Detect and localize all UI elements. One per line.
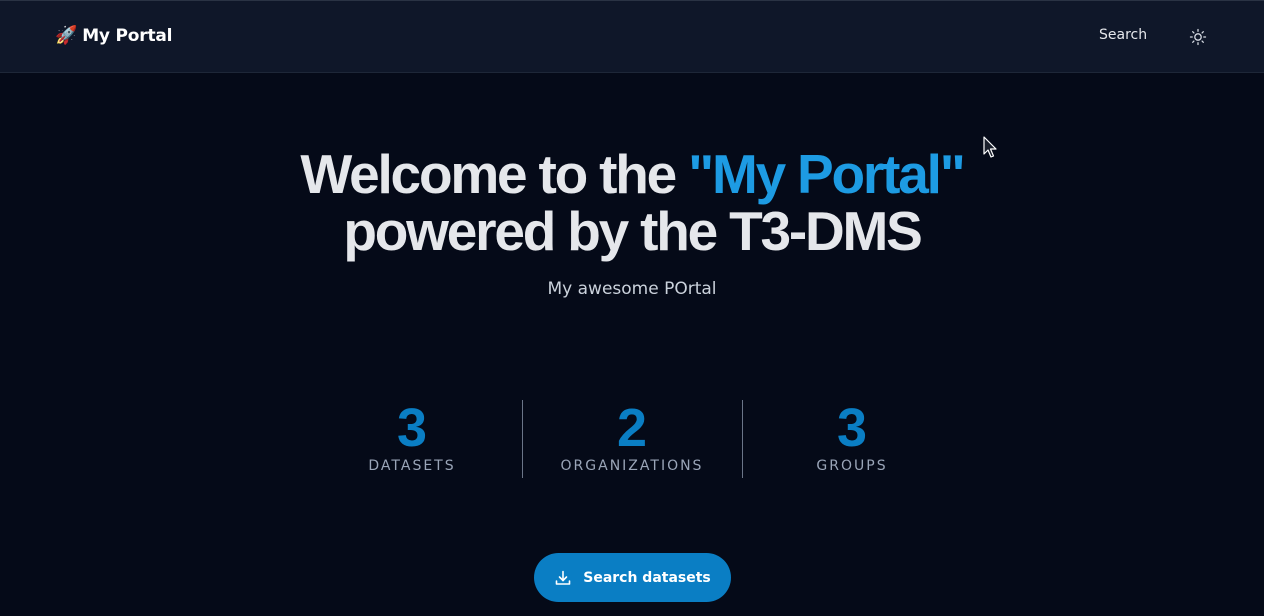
hero-title-accent: "My Portal"	[688, 143, 966, 205]
theme-toggle-button[interactable]	[1188, 27, 1208, 47]
stat-value: 3	[836, 398, 868, 458]
stat-label: DATASETS	[368, 458, 456, 474]
mouse-cursor-icon	[983, 136, 997, 158]
brand-label: My Portal	[82, 25, 173, 46]
hero-title-prefix: Welcome to the	[300, 143, 689, 205]
hero-title: Welcome to the "My Portal" powered by th…	[0, 146, 1264, 260]
hero-title-line2: powered by the T3-DMS	[343, 200, 922, 262]
rocket-icon: 🚀	[55, 25, 78, 46]
stat-datasets: 3 DATASETS	[302, 398, 522, 474]
stat-organizations: 2 ORGANIZATIONS	[522, 398, 742, 474]
stat-groups: 3 GROUPS	[742, 398, 962, 474]
download-icon	[555, 570, 571, 585]
nav-search-link[interactable]: Search	[1099, 27, 1147, 43]
brand-link[interactable]: 🚀 My Portal	[55, 25, 172, 46]
stat-label: GROUPS	[816, 458, 888, 474]
site-header: 🚀 My Portal Search	[0, 0, 1264, 73]
stat-value: 2	[616, 398, 648, 458]
stat-value: 3	[396, 398, 428, 458]
stat-label: ORGANIZATIONS	[560, 458, 704, 474]
search-datasets-button[interactable]: Search datasets	[534, 553, 731, 602]
hero-subtitle: My awesome POrtal	[547, 279, 717, 299]
search-datasets-label: Search datasets	[583, 569, 711, 586]
sun-icon	[1189, 28, 1207, 46]
